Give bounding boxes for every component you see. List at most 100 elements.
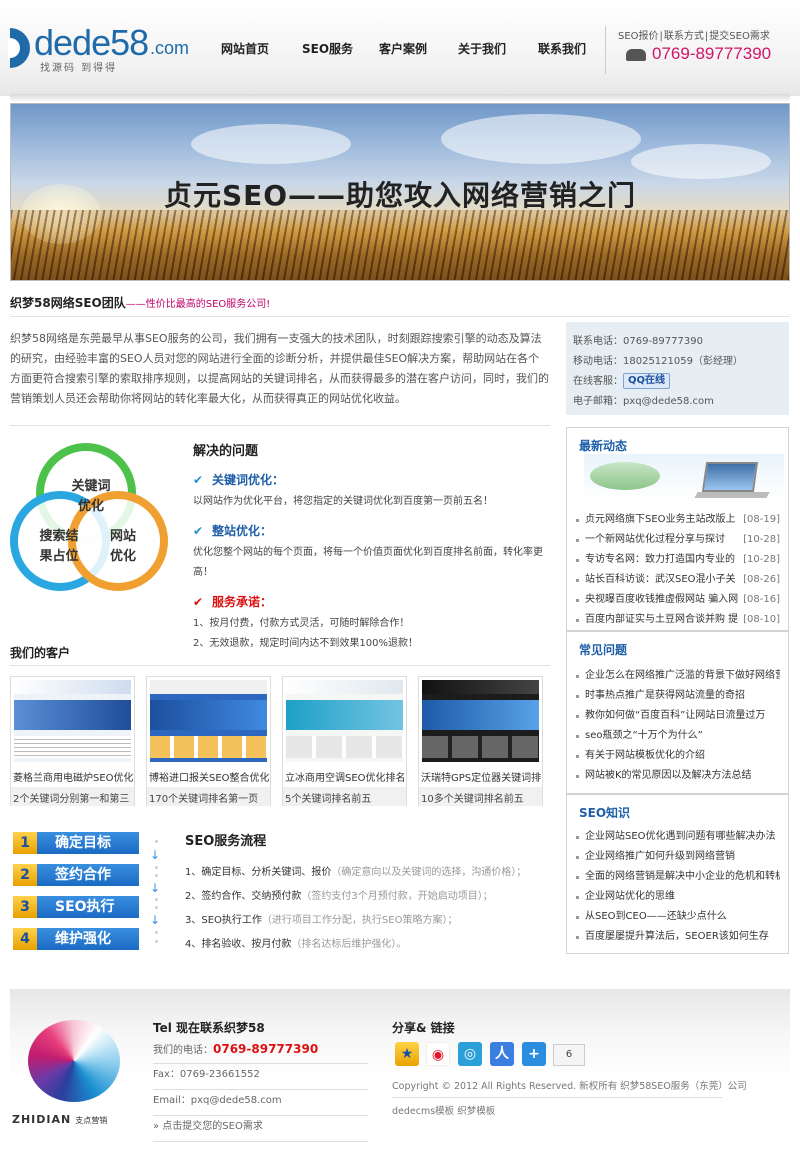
news-item-text[interactable]: 专访专名网：致力打造国内专业的 <box>585 554 735 565</box>
news-item[interactable]: 百度内部证实与土豆网合谈并购 提 [08-10] <box>575 610 780 630</box>
seo-knowledge-title[interactable]: SEO知识 <box>567 795 788 825</box>
top-link-contact[interactable]: 联系方式 <box>664 31 704 42</box>
hero-banner[interactable]: 贞元SEO——助您攻入网络营销之门 <box>10 103 790 281</box>
check-icon: ✔ <box>193 524 204 538</box>
knowledge-item[interactable]: 企业网站优化的思维 <box>575 887 780 907</box>
knowledge-item[interactable]: 企业网站SEO优化遇到问题有哪些解决办法 <box>575 827 780 847</box>
news-list: 贞元网络旗下SEO业务主站改版上 [08-19] 一个新网站优化过程分享与探讨 [1… <box>567 510 788 630</box>
nav-home[interactable]: 网站首页 <box>221 40 269 57</box>
nav-contact[interactable]: 联系我们 <box>538 40 586 57</box>
client-caption[interactable]: 博裕进口报关SEO整合优化 <box>149 769 270 784</box>
knowledge-item[interactable]: 全面的网络营销是解决中小企业的危机和转机 <box>575 867 780 887</box>
circle-text: 关键词 <box>71 479 111 494</box>
top-link-submit[interactable]: 提交SEO需求 <box>709 31 770 42</box>
problem-heading-text: 整站优化： <box>212 524 273 538</box>
tencent-weibo-share-icon[interactable]: ◎ <box>458 1042 482 1066</box>
qq-online-button[interactable]: QQ在线 <box>623 373 671 389</box>
promise-line: 2、无效退款，规定时间内达不到效果100%退款！ <box>193 638 418 649</box>
renren-share-icon[interactable]: 人 <box>490 1042 514 1066</box>
client-screenshot <box>150 680 267 762</box>
step-button[interactable]: 3 SEO执行 <box>13 896 139 918</box>
knowledge-item[interactable]: 企业网络推广如何升级到网络营销 <box>575 847 780 867</box>
footer-logo-text: ZHIDIAN 支点营销 <box>12 1113 107 1126</box>
more-share-icon[interactable]: + <box>522 1042 546 1066</box>
flow-dot <box>155 874 158 877</box>
footer-fax: Fax：0769-23661552 <box>153 1064 368 1090</box>
top-link-quote[interactable]: SEO报价 <box>618 31 659 42</box>
news-item-text[interactable]: 百度内部证实与土豆网合谈并购 提 <box>585 614 738 625</box>
site-logo[interactable]: dede58 .com 找源码 到得得 <box>8 22 210 74</box>
step-number: 4 <box>13 928 37 950</box>
flow-dot <box>155 906 158 909</box>
qzone-share-icon[interactable]: ★ <box>395 1042 419 1066</box>
news-item-date: [08-16] <box>739 590 780 610</box>
news-item-text[interactable]: 一个新网站优化过程分享与探讨 <box>585 534 725 545</box>
nav-about[interactable]: 关于我们 <box>458 40 506 57</box>
clients-title: 我们的客户 <box>10 646 71 660</box>
arrow-down-icon: ↓ <box>150 848 161 862</box>
flow-item-main: 1、确定目标、分析关键词、报价 <box>185 867 332 878</box>
news-item-date: [08-26] <box>739 570 780 590</box>
faq-item[interactable]: 有关于网站模板优化的介绍 <box>575 746 780 766</box>
client-caption[interactable]: 立冰商用空调SEO优化排名 <box>285 769 406 784</box>
client-card[interactable]: 立冰商用空调SEO优化排名 5个关键词排名前五 <box>282 676 407 806</box>
faq-title[interactable]: 常见问题 <box>567 632 788 662</box>
client-caption[interactable]: 沃瑞特GPS定位器关键词排 <box>421 769 542 784</box>
footer-template-links[interactable]: dedecms模板 织梦模板 <box>392 1103 495 1117</box>
circle-text: 搜索结 <box>39 529 79 544</box>
faq-item[interactable]: seo瓶颈之“十万个为什么” <box>575 726 780 746</box>
news-item[interactable]: 专访专名网：致力打造国内专业的 [10-28] <box>575 550 780 570</box>
client-screenshot <box>14 680 131 762</box>
flow-dot <box>155 898 158 901</box>
nav-seo-service[interactable]: SEO服务 <box>302 40 353 57</box>
client-card[interactable]: 沃瑞特GPS定位器关键词排 10多个关键词排名前五 <box>418 676 543 806</box>
news-item[interactable]: 一个新网站优化过程分享与探讨 [10-28] <box>575 530 780 550</box>
faq-item[interactable]: 网站被K的常见原因以及解决方法总结 <box>575 766 780 786</box>
team-title: 织梦58网络SEO团队——性价比最高的SEO服务公司! <box>10 294 270 311</box>
knowledge-item[interactable]: 从SEO到CEO——还缺少点什么 <box>575 907 780 927</box>
step-button[interactable]: 1 确定目标 <box>13 832 139 854</box>
news-item-date: [08-19] <box>739 510 780 530</box>
flow-dot <box>155 840 158 843</box>
header-separator <box>605 26 606 74</box>
team-title-text: 织梦58网络SEO团队 <box>10 296 126 310</box>
weibo-share-icon[interactable]: ◉ <box>426 1042 450 1066</box>
faq-item[interactable]: 时事热点推广是获得网站流量的奇招 <box>575 686 780 706</box>
client-card[interactable]: 博裕进口报关SEO整合优化 170个关键词排名第一页 <box>146 676 271 806</box>
flow-item-note: （进行项目工作分配，执行SEO策略方案）； <box>261 915 458 926</box>
step-button[interactable]: 2 签约合作 <box>13 864 139 886</box>
promise-heading-text: 服务承诺： <box>212 595 273 609</box>
news-item[interactable]: 站长百科访谈：武汉SEO混小子关 [08-26] <box>575 570 780 590</box>
faq-item[interactable]: 教你如何做“百度百科”让网站日流量过万 <box>575 706 780 726</box>
footer-logo-sub: 支点营销 <box>75 1116 108 1125</box>
news-item[interactable]: 央视曝百度收钱推虚假网站 骗入网 [08-16] <box>575 590 780 610</box>
client-card[interactable]: 菱格兰商用电磁炉SEO优化 2个关键词分别第一和第三 <box>10 676 135 806</box>
problems-section: 解决的问题 ✔ 关键词优化： 以网站作为优化平台，将您指定的关键词优化到百度第一页… <box>193 440 553 664</box>
footer-phone-label: 我们的电话： <box>153 1045 213 1056</box>
news-item-date: [08-10] <box>739 610 780 630</box>
problem-heading-text: 关键词优化： <box>212 473 285 487</box>
header-shadow <box>10 94 790 102</box>
problem-text: 以网站作为优化平台，将您指定的关键词优化到百度第一页前五名！ <box>193 496 493 507</box>
team-intro: 织梦58网络是东莞最早从事SEO服务的公司，我们拥有一支强大的技术团队，时刻跟踪… <box>10 332 549 405</box>
nav-cases[interactable]: 客户案例 <box>379 40 427 57</box>
news-item[interactable]: 贞元网络旗下SEO业务主站改版上 [08-19] <box>575 510 780 530</box>
footer-submit-link[interactable]: » 点击提交您的SEO需求 <box>153 1116 368 1142</box>
faq-item[interactable]: 企业怎么在网络推广泛滥的背景下做好网络营 <box>575 666 780 686</box>
news-item-text[interactable]: 央视曝百度收钱推虚假网站 骗入网 <box>585 594 738 605</box>
client-screenshot <box>286 680 403 762</box>
banner-cloud <box>191 124 351 164</box>
news-item-date: [10-28] <box>739 550 780 570</box>
news-item-text[interactable]: 站长百科访谈：武汉SEO混小子关 <box>585 574 736 585</box>
step-button[interactable]: 4 维护强化 <box>13 928 139 950</box>
client-caption[interactable]: 菱格兰商用电磁炉SEO优化 <box>13 769 134 784</box>
header-phone: 0769-89777390 <box>626 44 771 64</box>
footer-email[interactable]: Email：pxq@dede58.com <box>153 1090 368 1116</box>
copyright: Copyright © 2012 All Rights Reserved. 新权… <box>392 1081 747 1092</box>
flow-item-main: 4、排名验收、按月付款 <box>185 939 292 950</box>
team-tagline: ——性价比最高的SEO服务公司! <box>125 299 271 310</box>
circle-site-label: 网站 优化 <box>98 527 148 567</box>
news-item-text[interactable]: 贞元网络旗下SEO业务主站改版上 <box>585 514 736 525</box>
flow-item-main: 2、签约合作、交纳预付款 <box>185 891 302 902</box>
knowledge-item[interactable]: 百度屡屡提升算法后，SEOER该如何生存 <box>575 927 780 947</box>
